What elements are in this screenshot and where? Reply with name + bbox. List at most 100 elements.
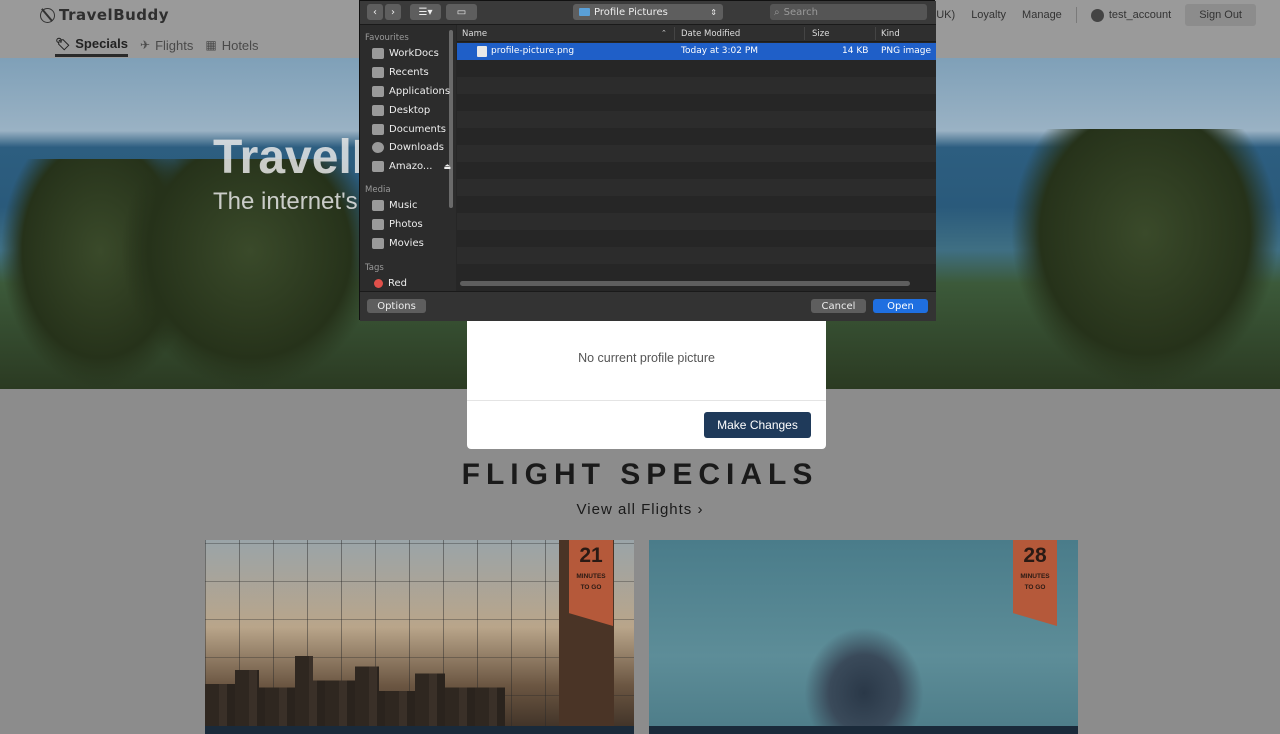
sidebar-item-amazon[interactable]: Amazo... ⏏	[372, 161, 452, 172]
red-tag-icon	[374, 279, 383, 288]
sidebar-item-desktop[interactable]: Desktop	[372, 105, 452, 116]
sign-out-button[interactable]: Sign Out	[1185, 4, 1256, 26]
plane-icon: ✈	[140, 38, 151, 52]
sidebar-item-music[interactable]: Music	[372, 200, 452, 211]
column-size[interactable]: Size	[812, 29, 829, 39]
flight-special-card[interactable]: 21 MINUTES TO GO	[205, 540, 634, 734]
applications-icon	[372, 86, 384, 97]
sidebar-item-label: Downloads	[389, 142, 444, 153]
updown-chevron-icon: ⇕	[710, 7, 717, 17]
location-label: Profile Pictures	[594, 6, 668, 18]
empty-row	[457, 213, 936, 230]
dialog-toolbar: ‹ › ☰▾ ▭ Profile Pictures ⇕ ⌕ Search	[360, 1, 936, 25]
sort-ascending-icon: ⌃	[661, 29, 667, 37]
sidebar-item-label: Recents	[389, 67, 429, 78]
account-menu[interactable]: test_account	[1083, 8, 1179, 22]
sidebar-item-movies[interactable]: Movies	[372, 238, 452, 249]
column-divider[interactable]	[674, 27, 675, 40]
sidebar-item-tag-red[interactable]: Red	[372, 278, 452, 289]
open-button[interactable]: Open	[873, 299, 928, 313]
sidebar-item-label: Music	[389, 200, 418, 211]
column-header: Name ⌃ Date Modified Size Kind	[457, 25, 936, 42]
no-picture-message: No current profile picture	[578, 351, 715, 365]
view-all-flights-link[interactable]: View all Flights ›	[0, 501, 1280, 518]
sidebar-item-label: Desktop	[389, 105, 431, 116]
account-name: test_account	[1108, 9, 1172, 21]
list-view-icon: ☰▾	[418, 6, 433, 18]
loyalty-link[interactable]: Loyalty	[963, 9, 1014, 21]
sidebar-item-label: Amazo...	[389, 161, 433, 172]
film-icon	[372, 238, 384, 249]
search-field[interactable]: ⌕ Search	[770, 4, 927, 20]
tag-icon: 🏷	[55, 36, 71, 51]
forward-button[interactable]: ›	[385, 4, 401, 20]
tab-bar: 🏷 Specials ✈ Flights ▦ Hotels	[55, 36, 259, 57]
desktop-icon	[372, 105, 384, 116]
card-footer-bar	[649, 726, 1078, 734]
tab-hotels-label: Hotels	[221, 37, 259, 53]
tab-specials[interactable]: 🏷 Specials	[55, 36, 128, 57]
column-divider[interactable]	[875, 27, 876, 40]
back-button[interactable]: ‹	[367, 4, 383, 20]
palm-image	[1010, 129, 1280, 389]
manage-link[interactable]: Manage	[1014, 9, 1070, 21]
location-selector[interactable]: Profile Pictures ⇕	[573, 4, 723, 20]
file-size: 14 KB	[842, 46, 869, 56]
empty-row	[457, 77, 936, 94]
sidebar-item-label: Red	[388, 278, 407, 289]
empty-row	[457, 145, 936, 162]
tags-heading: Tags	[365, 263, 384, 273]
flight-special-card[interactable]: 28 MINUTES TO GO	[649, 540, 1078, 734]
column-name[interactable]: Name	[462, 29, 487, 39]
tab-flights[interactable]: ✈ Flights	[140, 36, 193, 57]
chevron-right-icon: ›	[391, 6, 395, 18]
image-file-icon	[477, 46, 487, 57]
options-button[interactable]: Options	[367, 299, 426, 313]
download-icon	[372, 142, 384, 153]
make-changes-button[interactable]: Make Changes	[704, 412, 811, 438]
dialog-sidebar: Favourites WorkDocs Recents Applications…	[360, 25, 456, 291]
countdown-suffix: TO GO	[1024, 584, 1046, 591]
eject-icon[interactable]: ⏏	[443, 162, 451, 171]
countdown-unit: MINUTES	[1020, 573, 1050, 580]
view-mode-button[interactable]: ☰▾	[410, 4, 441, 20]
folder-icon	[579, 8, 590, 16]
profile-picture-modal: No current profile picture Make Changes	[467, 318, 826, 449]
sidebar-item-downloads[interactable]: Downloads	[372, 142, 452, 153]
empty-row	[457, 111, 936, 128]
building-icon: ▦	[205, 38, 217, 52]
nav-divider	[1075, 7, 1077, 23]
modal-divider	[467, 400, 826, 401]
sidebar-item-applications[interactable]: Applications	[372, 86, 452, 97]
tab-hotels[interactable]: ▦ Hotels	[205, 36, 258, 57]
folder-icon	[372, 48, 384, 59]
countdown-badge: 28 MINUTES TO GO	[1013, 540, 1057, 626]
tab-flights-label: Flights	[155, 37, 194, 53]
countdown-unit: MINUTES	[576, 573, 606, 580]
countdown-badge: 21 MINUTES TO GO	[569, 540, 613, 626]
file-row[interactable]: profile-picture.png Today at 3:02 PM 14 …	[457, 43, 936, 60]
sidebar-item-workdocs[interactable]: WorkDocs	[372, 48, 452, 59]
column-date[interactable]: Date Modified	[681, 29, 740, 39]
music-icon	[372, 200, 384, 211]
column-divider[interactable]	[804, 27, 805, 40]
drive-icon	[372, 161, 384, 172]
new-folder-button[interactable]: ▭	[446, 4, 477, 20]
folder-icon: ▭	[456, 6, 467, 18]
horizontal-scrollbar[interactable]	[460, 281, 910, 286]
cancel-button[interactable]: Cancel	[811, 299, 866, 313]
tab-specials-label: Specials	[75, 36, 128, 51]
column-kind[interactable]: Kind	[881, 29, 900, 39]
logo[interactable]: TravelBuddy	[40, 6, 169, 24]
card-footer-bar	[205, 726, 634, 734]
sidebar-item-label: Photos	[389, 219, 423, 230]
sidebar-item-photos[interactable]: Photos	[372, 219, 452, 230]
search-icon: ⌕	[774, 6, 780, 18]
file-kind: PNG image	[881, 46, 932, 56]
sidebar-item-label: WorkDocs	[389, 48, 439, 59]
hero-subtitle: The internet's	[213, 188, 358, 215]
dialog-footer: Options Cancel Open	[360, 291, 936, 321]
sidebar-item-documents[interactable]: Documents	[372, 124, 452, 135]
sidebar-item-recents[interactable]: Recents	[372, 67, 452, 78]
flight-specials-heading: FLIGHT SPECIALS	[461, 458, 819, 491]
